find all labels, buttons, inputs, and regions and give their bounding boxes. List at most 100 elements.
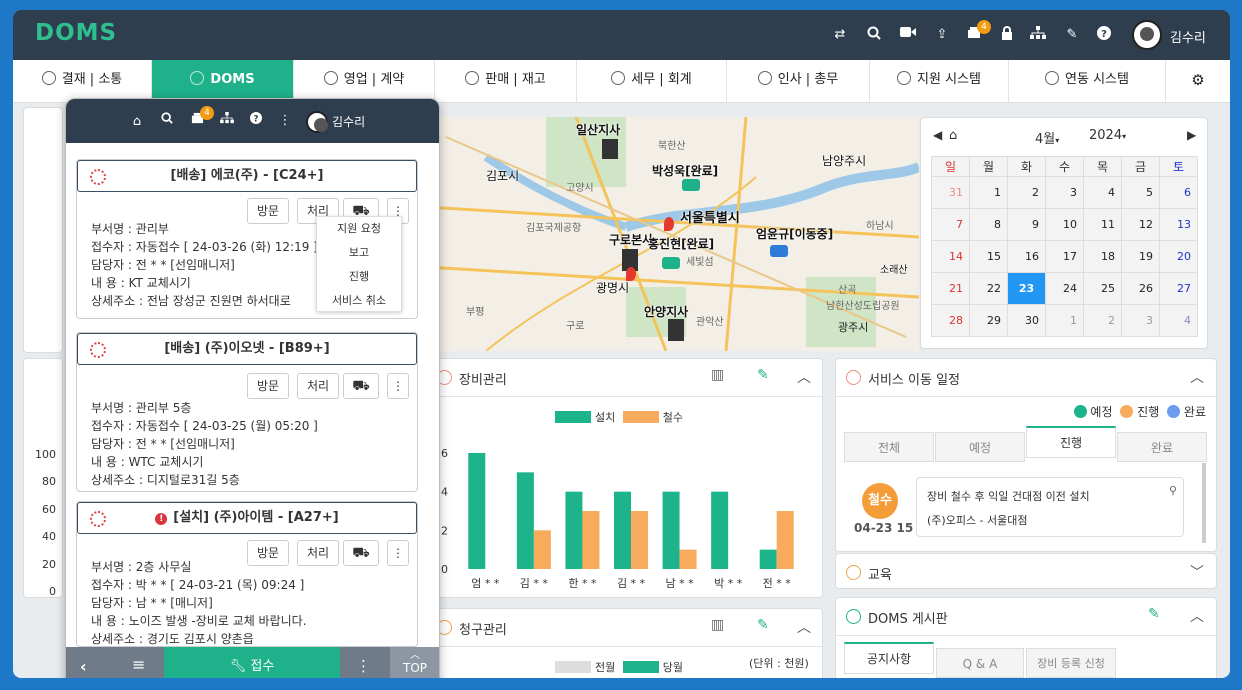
calendar-day[interactable]: 29: [969, 304, 1008, 337]
scrollbar[interactable]: [1202, 463, 1206, 543]
calendar-day[interactable]: 22: [969, 272, 1008, 305]
schedule-item[interactable]: 장비 철수 후 익일 건대점 이전 설치 (주)오피스 - 서울대점 ⚲: [916, 477, 1184, 537]
calendar-day[interactable]: 11: [1083, 208, 1122, 241]
more-vertical-icon[interactable]: ⋮: [387, 540, 409, 566]
calendar-day[interactable]: 23: [1007, 272, 1046, 305]
menu-support[interactable]: 지원 시스템: [870, 60, 1009, 103]
calendar-day[interactable]: 30: [1007, 304, 1046, 337]
more-vertical-icon[interactable]: ⋮: [356, 657, 371, 675]
home-icon[interactable]: ⌂: [949, 128, 957, 143]
map-pin-icon[interactable]: [664, 217, 674, 231]
home-icon[interactable]: ⌂: [128, 113, 146, 131]
menu-item-progress[interactable]: 진행: [317, 265, 401, 289]
calendar-day[interactable]: 24: [1045, 272, 1084, 305]
calendar-day[interactable]: 1: [1045, 304, 1084, 337]
edit-icon[interactable]: ✎: [1063, 26, 1081, 44]
calendar-day[interactable]: 21: [931, 272, 970, 305]
location-map[interactable]: 일산지사 박성욱[완료] 서울특별시 김포시 구로본사 홍진현[완료] 엄윤규[…: [426, 117, 919, 351]
settings-icon[interactable]: ⚙: [1166, 60, 1230, 103]
calendar-day[interactable]: 9: [1007, 208, 1046, 241]
month-select[interactable]: 4월▾: [1035, 128, 1059, 147]
chart-icon[interactable]: ▥: [711, 367, 724, 383]
bar-철수[interactable]: [631, 511, 648, 569]
calendar-day[interactable]: 28: [931, 304, 970, 337]
calendar-day[interactable]: 10: [1045, 208, 1084, 241]
map-pin-icon[interactable]: [626, 267, 636, 281]
menu-icon[interactable]: ≡: [132, 655, 145, 674]
receive-button[interactable]: 🔧︎ 접수: [164, 647, 340, 678]
bar-설치[interactable]: [468, 453, 486, 569]
calendar-day[interactable]: 3: [1121, 304, 1160, 337]
bar-철수[interactable]: [582, 511, 600, 569]
bar-철수[interactable]: [679, 549, 697, 569]
visit-button[interactable]: 방문: [247, 540, 289, 566]
org-chart-icon[interactable]: [1029, 26, 1047, 44]
calendar-day[interactable]: 2: [1083, 304, 1122, 337]
chevron-down-icon[interactable]: ﹀: [1190, 562, 1204, 582]
chevron-up-icon[interactable]: ︿: [1190, 606, 1204, 626]
car-button[interactable]: ⛟: [343, 540, 379, 566]
calendar-day[interactable]: 7: [931, 208, 970, 241]
menu-hr[interactable]: 인사 | 총무: [727, 60, 870, 103]
calendar-day[interactable]: 4: [1159, 304, 1198, 337]
process-button[interactable]: 처리: [297, 373, 339, 399]
menu-sales[interactable]: 영업 | 계약: [294, 60, 435, 103]
chart-icon[interactable]: ▥: [711, 617, 724, 633]
calendar-day[interactable]: 26: [1121, 272, 1160, 305]
search-icon[interactable]: [865, 26, 883, 44]
more-vertical-icon[interactable]: ⋮: [276, 112, 294, 130]
car-icon[interactable]: [662, 257, 680, 269]
calendar-day[interactable]: 2: [1007, 176, 1046, 209]
help-icon[interactable]: ?: [247, 112, 265, 130]
chevron-up-icon[interactable]: ︿: [1190, 367, 1204, 387]
calendar-day[interactable]: 19: [1121, 240, 1160, 273]
process-button[interactable]: 처리: [297, 540, 339, 566]
edit-icon[interactable]: ✎: [1148, 606, 1160, 622]
edit-icon[interactable]: ✎: [757, 617, 769, 633]
calendar-day[interactable]: 14: [931, 240, 970, 273]
menu-accounting[interactable]: 세무 | 회계: [577, 60, 727, 103]
print-icon[interactable]: 4: [188, 106, 214, 130]
lock-icon[interactable]: [998, 26, 1016, 44]
calendar-day[interactable]: 15: [969, 240, 1008, 273]
next-month-icon[interactable]: ▶: [1187, 128, 1196, 142]
menu-item-support-request[interactable]: 지원 요청: [317, 217, 401, 241]
calendar-day[interactable]: 1: [969, 176, 1008, 209]
bar-설치[interactable]: [516, 472, 534, 569]
user-name[interactable]: 김수리: [332, 113, 365, 130]
bar-설치[interactable]: [662, 491, 680, 569]
tab-notice[interactable]: 공지사항: [844, 642, 934, 674]
swap-icon[interactable]: ⇄: [831, 26, 849, 44]
search-icon[interactable]: [158, 112, 176, 130]
calendar-day[interactable]: 5: [1121, 176, 1160, 209]
bar-설치[interactable]: [565, 491, 583, 569]
calendar-day[interactable]: 13: [1159, 208, 1198, 241]
bar-철수[interactable]: [776, 511, 794, 569]
calendar-day[interactable]: 31: [931, 176, 970, 209]
calendar-day[interactable]: 18: [1083, 240, 1122, 273]
calendar-day[interactable]: 4: [1083, 176, 1122, 209]
org-chart-icon[interactable]: [218, 112, 236, 130]
tab-progress[interactable]: 진행: [1026, 426, 1116, 458]
year-select[interactable]: 2024▾: [1089, 128, 1126, 143]
bar-설치[interactable]: [711, 491, 729, 569]
service-card[interactable]: ! [설치] (주)아이템 - [A27+] 방문 처리 ⛟ ⋮ 부서명 : 2층…: [76, 501, 418, 647]
help-icon[interactable]: ?: [1095, 26, 1113, 44]
tab-equipment-request[interactable]: 장비 등록 신청: [1026, 648, 1116, 678]
calendar-day[interactable]: 6: [1159, 176, 1198, 209]
user-name[interactable]: 김수리: [1170, 27, 1206, 46]
menu-approval[interactable]: 결재 | 소통: [13, 60, 152, 103]
more-vertical-icon[interactable]: ⋮: [387, 373, 409, 399]
calendar-day[interactable]: 3: [1045, 176, 1084, 209]
calendar-day[interactable]: 20: [1159, 240, 1198, 273]
calendar-day[interactable]: 8: [969, 208, 1008, 241]
visit-button[interactable]: 방문: [247, 198, 289, 224]
car-button[interactable]: ⛟: [343, 373, 379, 399]
calendar-day[interactable]: 17: [1045, 240, 1084, 273]
car-icon[interactable]: [682, 179, 700, 191]
edit-icon[interactable]: ✎: [757, 367, 769, 383]
menu-doms[interactable]: DOMS: [152, 60, 294, 103]
car-icon[interactable]: [770, 245, 788, 257]
bar-설치[interactable]: [614, 491, 631, 569]
share-icon[interactable]: ⇪: [933, 26, 951, 44]
